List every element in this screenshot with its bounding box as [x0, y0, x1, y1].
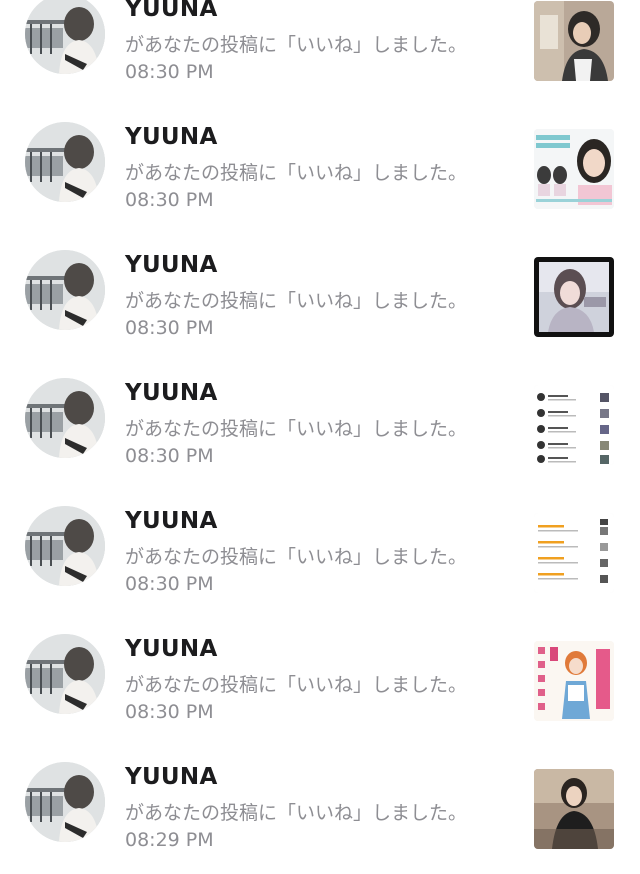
- notification-list: YUUNA があなたの投稿に「いいね」しました。 08:30 PM YUUNA …: [0, 0, 640, 874]
- avatar[interactable]: [25, 250, 105, 330]
- avatar[interactable]: [25, 634, 105, 714]
- post-thumbnail[interactable]: [534, 257, 614, 337]
- user-name[interactable]: YUUNA: [125, 636, 218, 662]
- notification-time: 08:30 PM: [125, 317, 214, 339]
- notification-time: 08:30 PM: [125, 189, 214, 211]
- notification-time: 08:30 PM: [125, 701, 214, 723]
- notification-time: 08:29 PM: [125, 829, 214, 851]
- user-name[interactable]: YUUNA: [125, 0, 218, 22]
- notification-message: があなたの投稿に「いいね」しました。: [125, 162, 468, 184]
- notification-message: があなたの投稿に「いいね」しました。: [125, 290, 468, 312]
- user-name[interactable]: YUUNA: [125, 124, 218, 150]
- avatar[interactable]: [25, 506, 105, 586]
- post-thumbnail[interactable]: [534, 385, 614, 465]
- avatar[interactable]: [25, 122, 105, 202]
- user-name[interactable]: YUUNA: [125, 252, 218, 278]
- notification-row[interactable]: YUUNA があなたの投稿に「いいね」しました。 08:30 PM: [0, 618, 640, 746]
- notification-row[interactable]: YUUNA があなたの投稿に「いいね」しました。 08:30 PM: [0, 234, 640, 362]
- avatar[interactable]: [25, 378, 105, 458]
- notification-time: 08:30 PM: [125, 445, 214, 467]
- avatar[interactable]: [25, 0, 105, 74]
- notification-message: があなたの投稿に「いいね」しました。: [125, 34, 468, 56]
- post-thumbnail[interactable]: [534, 1, 614, 81]
- user-name[interactable]: YUUNA: [125, 508, 218, 534]
- post-thumbnail[interactable]: [534, 769, 614, 849]
- notification-row[interactable]: YUUNA があなたの投稿に「いいね」しました。 08:30 PM: [0, 362, 640, 490]
- notification-time: 08:30 PM: [125, 573, 214, 595]
- notification-message: があなたの投稿に「いいね」しました。: [125, 546, 468, 568]
- notification-row[interactable]: YUUNA があなたの投稿に「いいね」しました。 08:30 PM: [0, 0, 640, 106]
- notification-row[interactable]: YUUNA があなたの投稿に「いいね」しました。 08:30 PM: [0, 490, 640, 618]
- notification-time: 08:30 PM: [125, 61, 214, 83]
- post-thumbnail[interactable]: [534, 641, 614, 721]
- notification-message: があなたの投稿に「いいね」しました。: [125, 802, 468, 824]
- notification-message: があなたの投稿に「いいね」しました。: [125, 674, 468, 696]
- user-name[interactable]: YUUNA: [125, 380, 218, 406]
- post-thumbnail[interactable]: [534, 129, 614, 209]
- user-name[interactable]: YUUNA: [125, 764, 218, 790]
- notification-row[interactable]: YUUNA があなたの投稿に「いいね」しました。 08:29 PM: [0, 746, 640, 874]
- avatar[interactable]: [25, 762, 105, 842]
- post-thumbnail[interactable]: [534, 513, 614, 593]
- notification-message: があなたの投稿に「いいね」しました。: [125, 418, 468, 440]
- notification-row[interactable]: YUUNA があなたの投稿に「いいね」しました。 08:30 PM: [0, 106, 640, 234]
